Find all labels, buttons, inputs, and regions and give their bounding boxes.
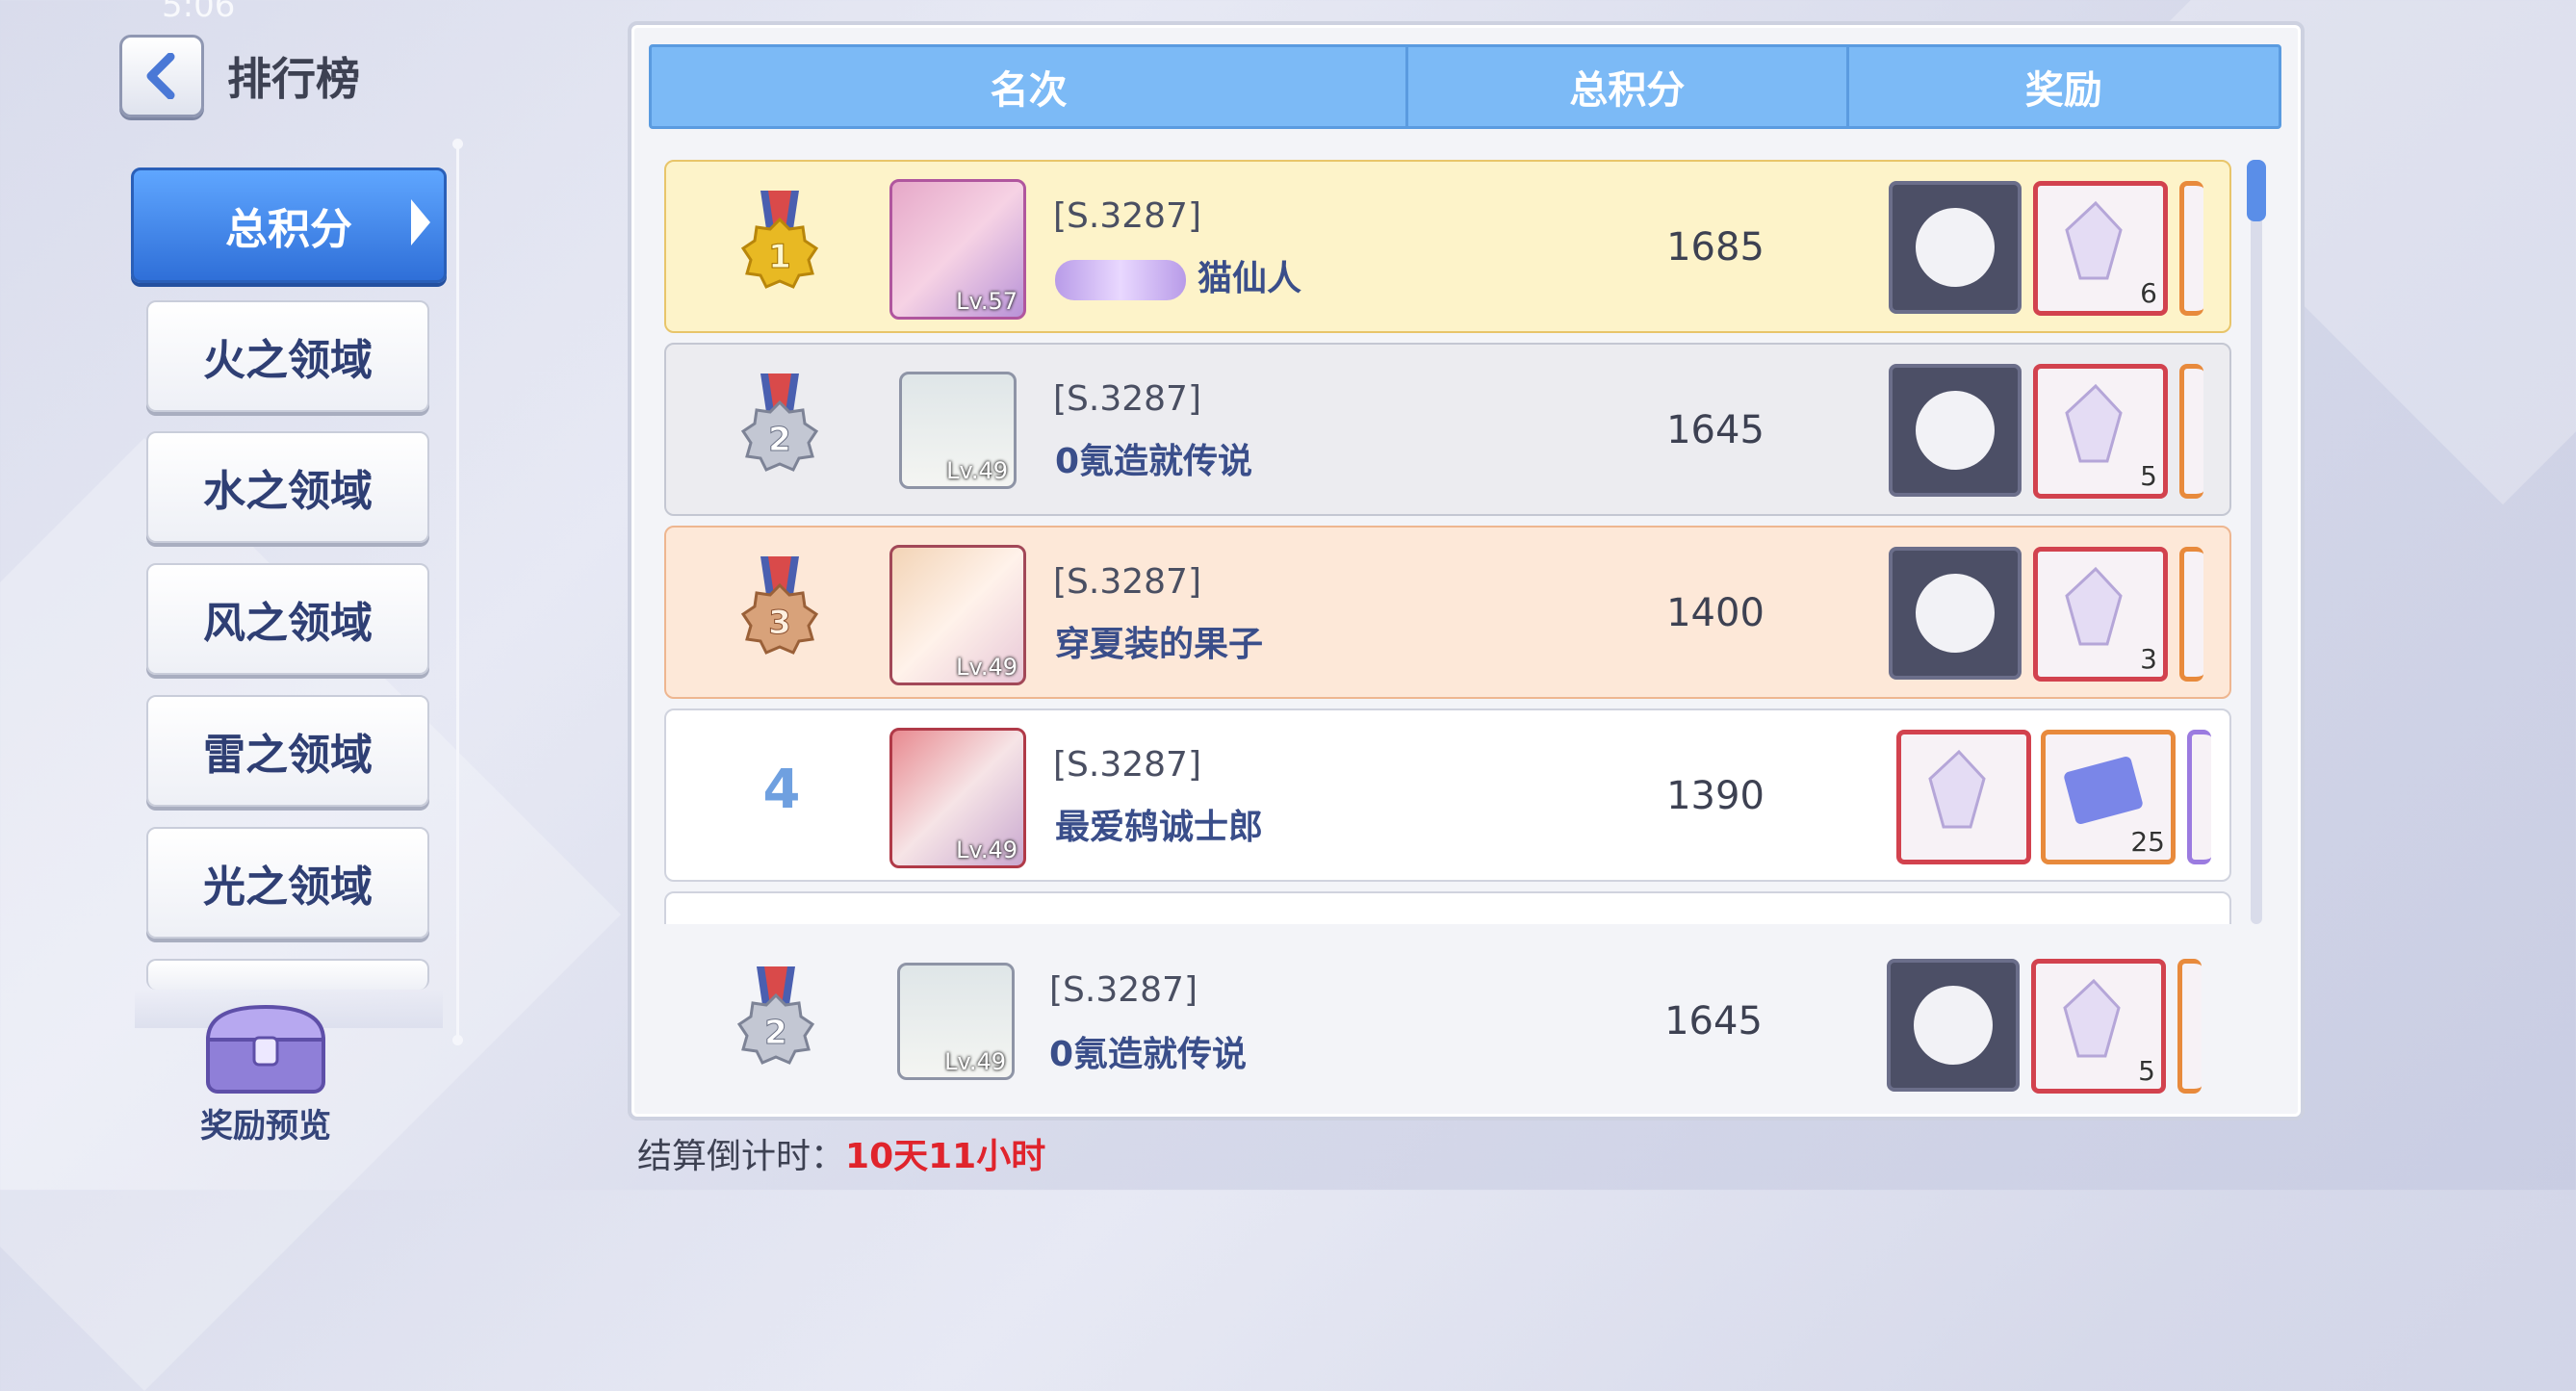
silver-medal-icon: 2 (736, 966, 815, 1065)
tab-label: 总积分 (225, 205, 352, 254)
table-row[interactable]: 2 Lv.49 [S.3287] 0氪造就传说 1645 5 (664, 343, 2231, 516)
reward-qty: 5 (2140, 460, 2157, 492)
player-score: 1400 (1666, 591, 1765, 635)
column-rank: 名次 (652, 47, 1409, 126)
avatar-frame-icon[interactable] (1889, 181, 2022, 314)
page-title: 排行榜 (227, 53, 360, 105)
player-avatar[interactable]: Lv.57 (889, 179, 1026, 320)
tab-label: 雷之领域 (203, 731, 373, 780)
tab-fire-domain[interactable]: 火之领域 (146, 300, 429, 412)
reward-partial (2179, 181, 2203, 316)
rank-number: 4 (762, 759, 801, 821)
reward-preview-label: 奖励预览 (200, 1107, 331, 1146)
tab-partial[interactable] (146, 959, 429, 990)
bronze-medal-icon: 3 (740, 556, 819, 655)
sidebar-scroll-track (452, 139, 463, 1045)
player-name-wrap: 猫仙人 (1055, 250, 1301, 300)
tab-label: 水之领域 (203, 467, 373, 516)
avatar-frame-icon[interactable] (1889, 364, 2022, 497)
column-reward: 奖励 (2024, 68, 2102, 113)
countdown-value: 10天11小时 (845, 1137, 1046, 1176)
table-row[interactable] (664, 891, 2231, 924)
player-name: 0氪造就传说 (1049, 1035, 1248, 1074)
player-score: 1645 (1666, 408, 1765, 452)
reward-list: 5 (1889, 364, 2226, 499)
player-server: [S.3287] (1053, 562, 1202, 602)
status-time: 5:06 (162, 0, 236, 25)
table-header: 名次 总积分 奖励 (649, 44, 2281, 129)
treasure-chest-icon (198, 1001, 333, 1097)
reward-list: 6 (1889, 181, 2226, 316)
player-level: Lv.49 (946, 457, 1008, 484)
countdown-label: 结算倒计时： (637, 1137, 846, 1176)
player-server: [S.3287] (1053, 379, 1202, 419)
ticket-icon[interactable]: 25 (2041, 730, 2176, 864)
tab-total-score[interactable]: 总积分 (131, 167, 447, 283)
tab-thunder-domain[interactable]: 雷之领域 (146, 695, 429, 807)
player-score: 1390 (1666, 774, 1765, 818)
tab-light-domain[interactable]: 光之领域 (146, 827, 429, 939)
player-level: Lv.49 (956, 654, 1018, 681)
player-score: 1645 (1664, 999, 1763, 1043)
player-avatar[interactable]: Lv.49 (899, 372, 1017, 489)
chevron-left-icon (146, 53, 175, 99)
back-button[interactable] (119, 35, 204, 117)
avatar-frame-icon[interactable] (1889, 547, 2022, 680)
player-name: 最爱鸫诚士郎 (1055, 808, 1264, 847)
player-avatar[interactable]: Lv.49 (889, 728, 1026, 868)
list-scrollbar[interactable] (2251, 160, 2262, 924)
gold-medal-icon: 1 (740, 191, 819, 289)
reward-list: 5 (1887, 959, 2224, 1094)
crystal-icon[interactable] (1896, 730, 2031, 864)
player-server: [S.3287] (1053, 196, 1202, 236)
player-level: Lv.49 (944, 1048, 1006, 1075)
svg-text:2: 2 (764, 1014, 787, 1052)
player-level: Lv.49 (956, 837, 1018, 863)
player-level: Lv.57 (956, 288, 1018, 315)
reward-partial (2187, 730, 2211, 864)
settlement-countdown: 结算倒计时：10天11小时 (637, 1128, 1045, 1178)
tab-label: 火之领域 (203, 336, 373, 385)
crystal-icon[interactable]: 5 (2031, 959, 2166, 1094)
reward-partial (2179, 364, 2203, 499)
svg-text:3: 3 (768, 604, 791, 642)
reward-partial (2177, 959, 2202, 1094)
tab-wind-domain[interactable]: 风之领域 (146, 563, 429, 675)
table-row[interactable]: 4 Lv.49 [S.3287] 最爱鸫诚士郎 1390 25 (664, 708, 2231, 882)
player-avatar[interactable]: Lv.49 (897, 963, 1015, 1080)
player-score: 1685 (1666, 225, 1765, 270)
reward-list: 3 (1889, 547, 2226, 682)
player-name: 0氪造就传说 (1055, 442, 1253, 481)
silver-medal-icon: 2 (740, 374, 819, 472)
table-row[interactable]: 1 Lv.57 [S.3287] 猫仙人 1685 6 (664, 160, 2231, 333)
ranking-list[interactable]: 1 Lv.57 [S.3287] 猫仙人 1685 6 2 Lv.49 [S.3 (664, 154, 2233, 924)
player-server: [S.3287] (1049, 970, 1198, 1010)
tab-water-domain[interactable]: 水之领域 (146, 431, 429, 543)
player-server: [S.3287] (1053, 745, 1202, 785)
svg-text:1: 1 (768, 238, 791, 276)
arrow-right-icon (411, 199, 430, 245)
column-score: 总积分 (1408, 47, 1849, 126)
crystal-icon[interactable]: 5 (2033, 364, 2168, 499)
reward-list: 25 (1889, 730, 2226, 864)
svg-text:2: 2 (768, 421, 791, 459)
reward-preview-button[interactable]: 奖励预览 (189, 1001, 343, 1146)
reward-qty: 5 (2138, 1055, 2155, 1087)
avatar-frame-icon[interactable] (1887, 959, 2020, 1092)
reward-qty: 3 (2140, 643, 2157, 675)
tab-label: 光之领域 (203, 863, 373, 912)
my-rank-row: 2 Lv.49 [S.3287] 0氪造就传说 1645 5 (635, 943, 2272, 1107)
reward-qty: 25 (2130, 826, 2165, 858)
tab-label: 风之领域 (203, 599, 373, 648)
reward-partial (2179, 547, 2203, 682)
player-name: 穿夏装的果子 (1055, 625, 1264, 664)
player-avatar[interactable]: Lv.49 (889, 545, 1026, 685)
title-badge-icon (1055, 260, 1186, 300)
crystal-icon[interactable]: 6 (2033, 181, 2168, 316)
table-row[interactable]: 3 Lv.49 [S.3287] 穿夏装的果子 1400 3 (664, 526, 2231, 699)
player-name: 猫仙人 (1198, 259, 1302, 298)
crystal-icon[interactable]: 3 (2033, 547, 2168, 682)
reward-qty: 6 (2140, 277, 2157, 309)
list-scroll-thumb[interactable] (2247, 160, 2266, 221)
